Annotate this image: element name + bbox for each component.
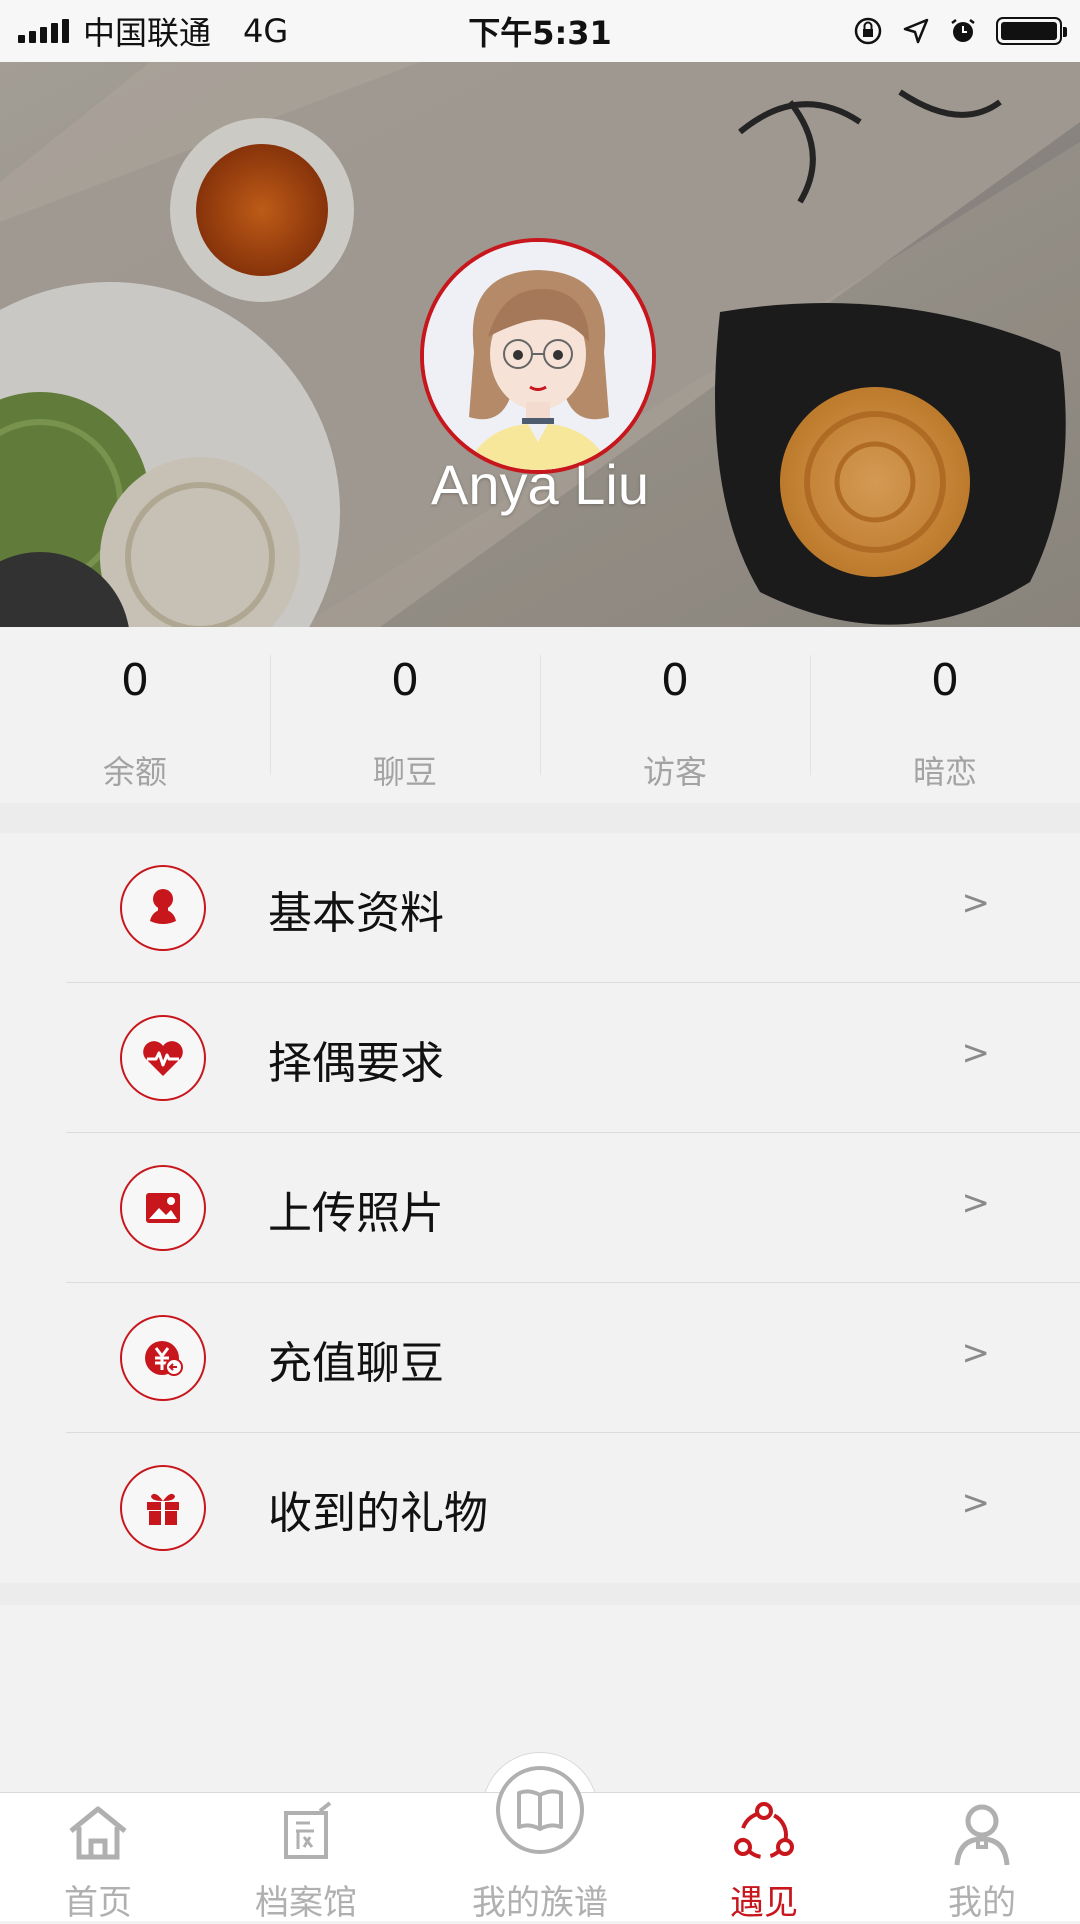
family-tree-center-button[interactable] [496, 1766, 584, 1854]
stat-value: 0 [931, 655, 959, 706]
menu-label: 择偶要求 [268, 1038, 444, 1089]
home-icon [69, 1806, 127, 1860]
signal-icon [18, 19, 69, 43]
rotation-lock-icon [854, 17, 882, 45]
stat-value: 0 [661, 655, 689, 706]
network-type: 4G [243, 12, 289, 50]
tab-home[interactable]: 首页 [8, 1793, 188, 1923]
archive-icon [284, 1801, 332, 1859]
alarm-icon [951, 19, 975, 42]
tab-label: 我的族谱 [472, 1883, 608, 1923]
person-icon [120, 865, 206, 951]
section-gap [0, 803, 1080, 833]
chevron-right-icon: > [961, 883, 991, 923]
heart-pulse-icon [120, 1015, 206, 1101]
tab-label: 首页 [64, 1883, 132, 1923]
gift-icon [120, 1465, 206, 1551]
section-gap [0, 1583, 1080, 1605]
user-icon [954, 1804, 1010, 1866]
tab-archive[interactable]: 档案馆 [216, 1793, 396, 1923]
stat-chat-beans[interactable]: 0 聊豆 [270, 627, 540, 803]
location-icon [903, 18, 929, 44]
user-name: Anya Liu [431, 453, 649, 516]
chevron-right-icon: > [961, 1333, 991, 1373]
photo-icon [120, 1165, 206, 1251]
stat-label: 聊豆 [372, 753, 437, 791]
avatar[interactable] [420, 238, 656, 474]
menu-label: 上传照片 [268, 1188, 444, 1239]
stats-row: 0 余额 0 聊豆 0 访客 0 暗恋 [0, 627, 1080, 803]
meet-icon [734, 1802, 794, 1859]
book-icon [517, 1789, 563, 1831]
menu-label: 收到的礼物 [268, 1488, 488, 1539]
carrier-name: 中国联通 [83, 14, 212, 52]
tab-meet[interactable]: 遇见 [674, 1793, 854, 1923]
menu-item-partner-requirements[interactable]: 择偶要求 > [0, 983, 1080, 1133]
chevron-right-icon: > [961, 1483, 991, 1523]
menu-item-received-gifts[interactable]: 收到的礼物 > [0, 1433, 1080, 1583]
yen-recharge-icon [120, 1315, 206, 1401]
stat-label: 暗恋 [912, 753, 977, 791]
stat-crush[interactable]: 0 暗恋 [810, 627, 1080, 803]
menu-item-basic-info[interactable]: 基本资料 > [0, 833, 1080, 983]
status-bar: 中国联通 4G 下午5:31 [0, 0, 1080, 62]
avatar-illustration [424, 242, 652, 470]
chevron-right-icon: > [961, 1033, 991, 1073]
profile-menu: 基本资料 > 择偶要求 > 上传照片 > 充值聊豆 > 收到的礼物 > [0, 833, 1080, 1583]
menu-label: 基本资料 [268, 888, 444, 939]
battery-icon [996, 17, 1067, 45]
stat-visitors[interactable]: 0 访客 [540, 627, 810, 803]
menu-item-recharge-beans[interactable]: 充值聊豆 > [0, 1283, 1080, 1433]
stat-value: 0 [391, 655, 419, 706]
menu-label: 充值聊豆 [268, 1338, 444, 1389]
stat-label: 访客 [642, 753, 707, 791]
tab-label: 我的 [948, 1883, 1016, 1923]
tab-label: 档案馆 [255, 1883, 357, 1923]
profile-header: Anya Liu [0, 62, 1080, 627]
stat-balance[interactable]: 0 余额 [0, 627, 270, 803]
tab-label: 遇见 [730, 1883, 798, 1923]
chevron-right-icon: > [961, 1183, 991, 1223]
stat-label: 余额 [102, 753, 167, 791]
menu-item-upload-photos[interactable]: 上传照片 > [0, 1133, 1080, 1283]
stat-value: 0 [121, 655, 149, 706]
tab-mine[interactable]: 我的 [892, 1793, 1072, 1923]
